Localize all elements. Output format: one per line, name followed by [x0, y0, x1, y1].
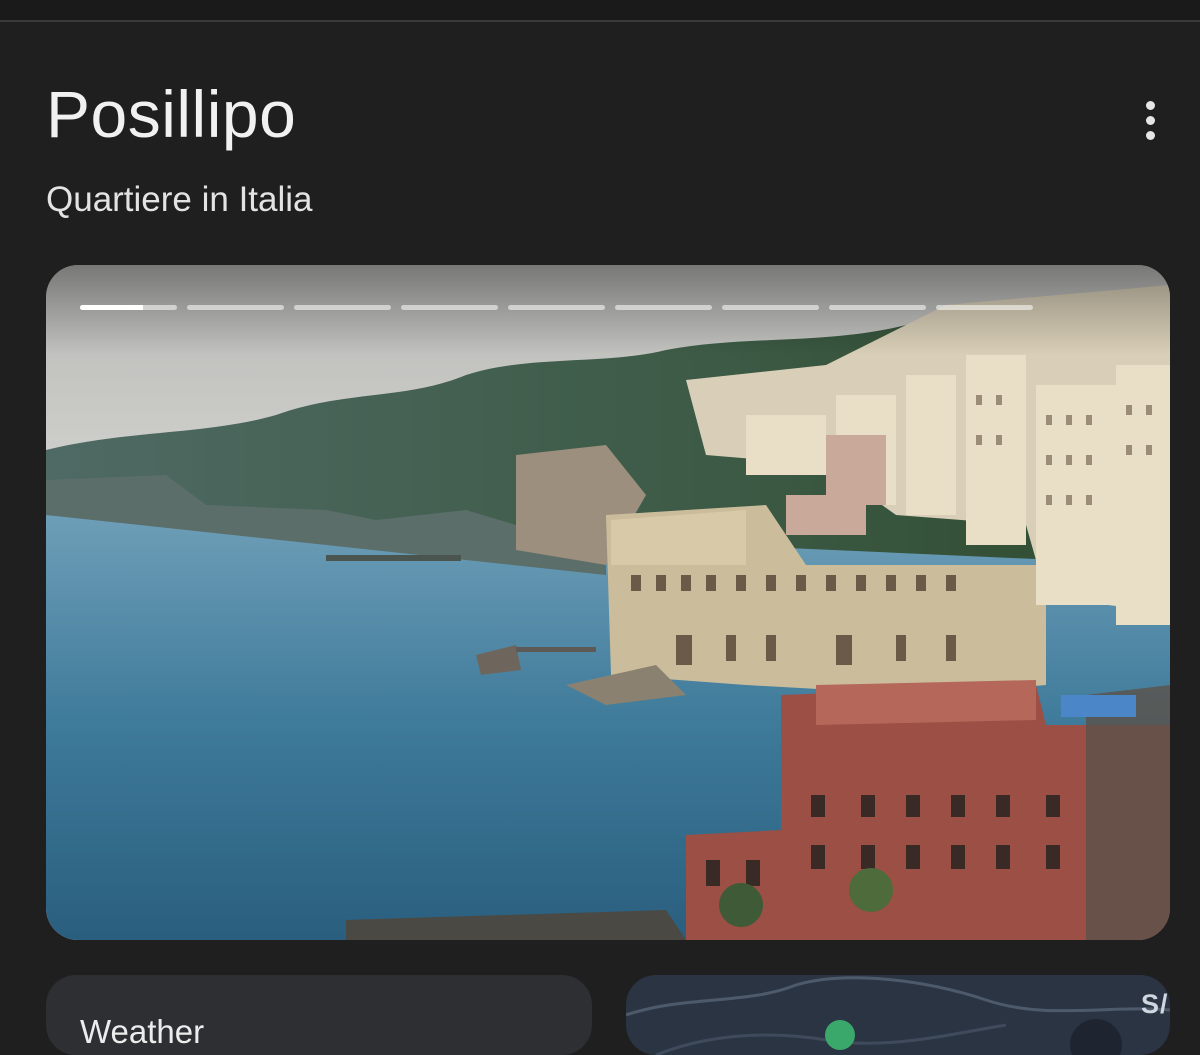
carousel-segment [722, 305, 819, 310]
carousel-segment [615, 305, 712, 310]
carousel-segment [401, 305, 498, 310]
hero-image-carousel[interactable] [46, 265, 1170, 940]
carousel-segment [294, 305, 391, 310]
more-vert-icon [1145, 100, 1155, 110]
carousel-progress [80, 305, 1033, 310]
map-thumbnail [626, 976, 1170, 1055]
map-card[interactable]: S/ [626, 975, 1170, 1055]
page-subtitle: Quartiere in Italia [46, 180, 313, 219]
carousel-segment [508, 305, 605, 310]
carousel-segment [80, 305, 177, 310]
weather-card[interactable]: Weather [46, 975, 592, 1055]
divider [0, 20, 1200, 22]
map-place-label: S/ [1141, 989, 1169, 1019]
carousel-segment [187, 305, 284, 310]
page-title: Posillipo [46, 77, 297, 151]
weather-card-title: Weather [80, 1013, 205, 1050]
status-area [0, 0, 1200, 20]
more-options-button[interactable] [1128, 96, 1172, 144]
carousel-segment [936, 305, 1033, 310]
posillipo-photo [46, 265, 1170, 940]
carousel-segment-fill [80, 305, 144, 310]
carousel-segment [829, 305, 926, 310]
